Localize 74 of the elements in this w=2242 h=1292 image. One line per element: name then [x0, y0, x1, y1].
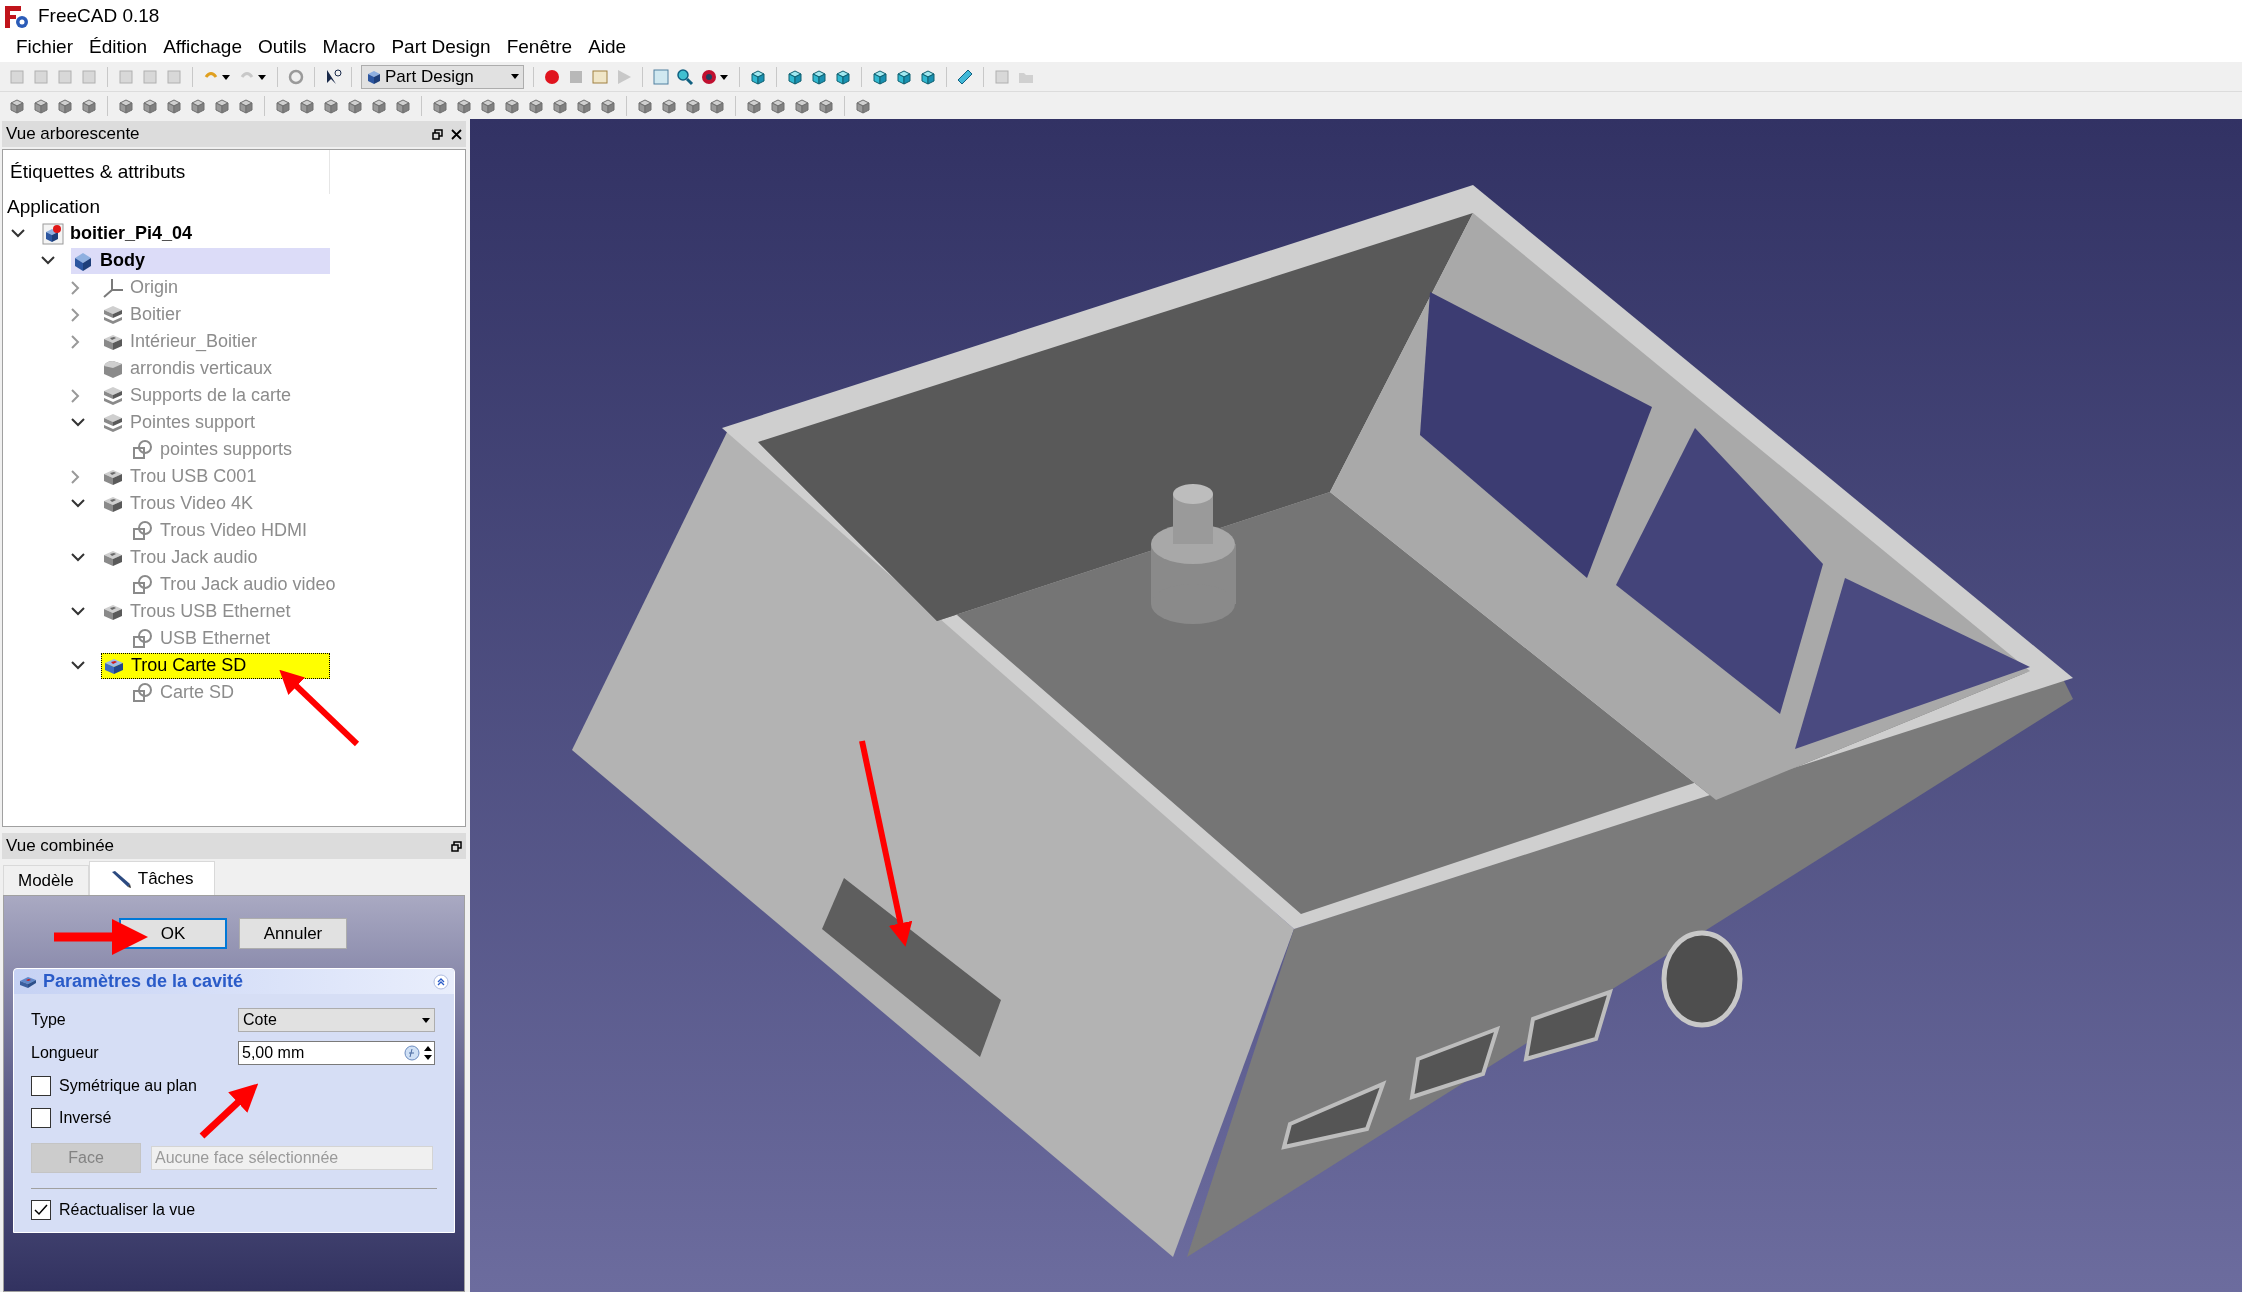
tab[interactable]: Tâches — [88, 861, 215, 895]
draw-style-icon[interactable] — [700, 67, 730, 86]
tree-root-label: Application — [7, 194, 100, 219]
tree-item[interactable]: boitier_Pi4_04 — [41, 220, 330, 247]
collapse-icon[interactable] — [433, 973, 449, 990]
menu-item[interactable]: Part Design — [383, 33, 499, 62]
workbench-dropdown[interactable]: Part Design — [361, 64, 524, 89]
sketch-icon — [132, 681, 154, 704]
ruler-icon[interactable] — [956, 67, 974, 86]
panel-title: Vue arborescente — [6, 123, 140, 146]
stacked-block-icon — [102, 384, 124, 407]
chevron-right-icon[interactable] — [71, 307, 80, 322]
checkbox-label: Symétrique au plan — [59, 1076, 197, 1096]
float-icon[interactable] — [451, 840, 462, 852]
checkbox-label: Réactualiser la vue — [59, 1200, 196, 1220]
close-icon[interactable] — [451, 128, 462, 140]
chevron-right-icon[interactable] — [71, 334, 80, 349]
check-icon — [34, 1204, 48, 1216]
zoom-icon[interactable] — [676, 67, 694, 86]
chevron-down-icon[interactable] — [71, 499, 85, 508]
face-field[interactable]: Aucune face sélectionnée — [151, 1146, 433, 1170]
record-icon[interactable] — [543, 67, 561, 86]
tree-item[interactable]: arrondis verticaux — [101, 355, 330, 382]
field-label: Longueur — [31, 1043, 100, 1063]
type-dropdown[interactable]: Cote — [238, 1008, 435, 1032]
field-label: Type — [31, 1010, 67, 1030]
caret-icon — [422, 1017, 430, 1023]
stacked-block-icon — [102, 411, 124, 434]
app-logo-icon — [4, 3, 30, 30]
chevron-right-icon[interactable] — [71, 280, 80, 295]
chevron-right-icon[interactable] — [71, 469, 80, 484]
caret-icon — [511, 74, 519, 79]
help-pointer-icon[interactable] — [324, 67, 342, 86]
menu-item[interactable]: Affichage — [155, 33, 250, 62]
formula-icon[interactable] — [404, 1045, 420, 1061]
checkbox-label: Inversé — [59, 1108, 112, 1128]
chevron-down-icon[interactable] — [71, 661, 85, 670]
column-header: Étiquettes & attributs — [10, 159, 186, 184]
cancel-button[interactable]: Annuler — [239, 918, 347, 949]
checkbox[interactable] — [31, 1200, 51, 1220]
chevron-right-icon[interactable] — [71, 388, 80, 403]
menu-item[interactable]: Édition — [81, 33, 156, 62]
menu-item[interactable]: Macro — [314, 33, 384, 62]
pocket-icon — [19, 974, 37, 989]
tree-item[interactable]: Origin — [101, 274, 330, 301]
tree-item[interactable]: Trou Carte SD — [101, 652, 330, 679]
axes-icon — [102, 276, 124, 299]
menu-item[interactable]: Fichier — [8, 33, 81, 62]
menu-item[interactable]: Fenêtre — [498, 33, 581, 62]
chevron-down-icon[interactable] — [41, 256, 55, 265]
checkbox[interactable] — [31, 1108, 51, 1128]
sketch-icon — [132, 627, 154, 650]
tree-item[interactable]: Pointes support — [101, 409, 330, 436]
sketch-icon — [132, 573, 154, 596]
sketch-icon — [132, 438, 154, 461]
panel-title: Vue combinée — [6, 835, 115, 858]
pointer-arrow — [199, 1083, 259, 1139]
float-icon[interactable] — [432, 128, 443, 140]
stacked-block-icon — [102, 303, 124, 326]
chevron-down-icon[interactable] — [71, 607, 85, 616]
tree-item[interactable]: Body — [71, 247, 330, 274]
cube-icon — [366, 68, 382, 85]
sketch-icon — [132, 519, 154, 542]
length-field[interactable]: 5,00 mm — [238, 1041, 435, 1065]
tree-item[interactable]: pointes supports — [131, 436, 330, 463]
chevron-down-icon[interactable] — [71, 418, 85, 427]
chevron-down-icon[interactable] — [11, 229, 25, 238]
tab[interactable]: Modèle — [3, 865, 89, 895]
chevron-down-icon[interactable] — [71, 553, 85, 562]
window-title: FreeCAD 0.18 — [38, 4, 160, 29]
checkbox[interactable] — [31, 1076, 51, 1096]
group-title: Paramètres de la cavité — [43, 970, 244, 993]
menu-item[interactable]: Outils — [250, 33, 315, 62]
menu-item[interactable]: Aide — [580, 33, 635, 62]
